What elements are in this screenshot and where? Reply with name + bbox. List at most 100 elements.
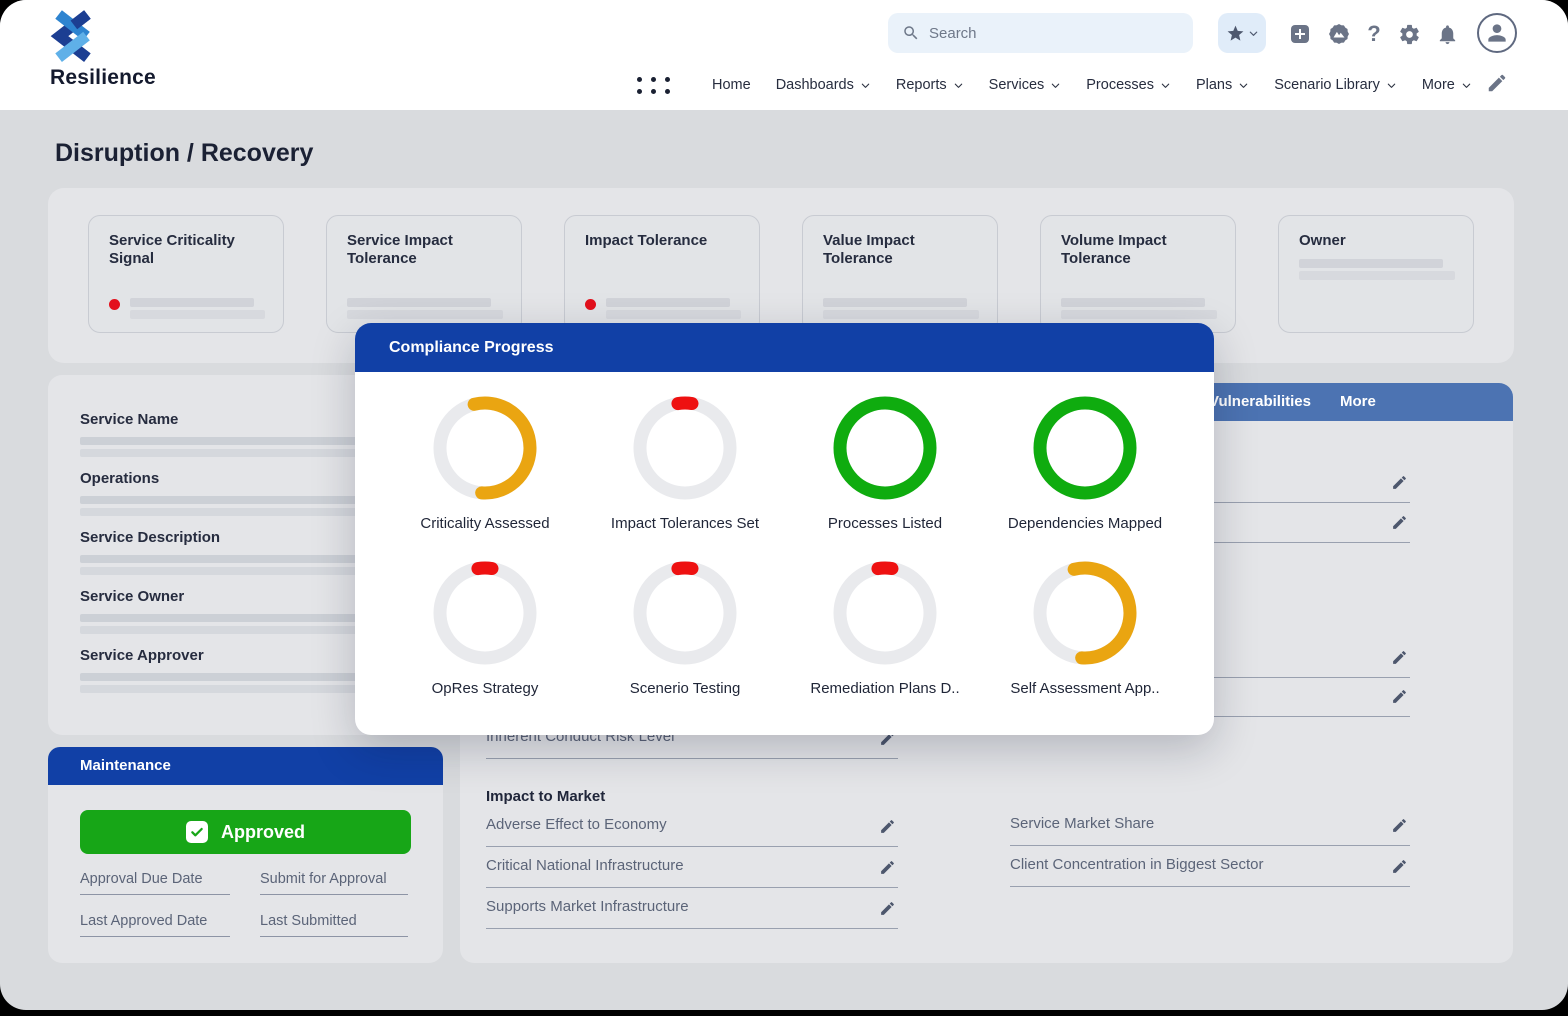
editable-field-supports-market-infrastructure[interactable]: Supports Market Infrastructure <box>486 898 898 932</box>
maintenance-field-approval-due-date[interactable]: Approval Due Date <box>80 870 230 903</box>
compliance-rings: Criticality Assessed Impact Tolerances Se… <box>385 393 1185 723</box>
summary-card-value-impact-tolerance[interactable]: Value Impact Tolerance <box>802 215 998 333</box>
help-icon[interactable]: ? <box>1361 21 1387 47</box>
edit-icon[interactable] <box>1391 688 1408 705</box>
chevron-down-icon <box>1387 83 1396 88</box>
nav-item-scenario-library[interactable]: Scenario Library <box>1274 77 1397 93</box>
tab-more[interactable]: More <box>1340 383 1376 421</box>
summary-card-title: Service Criticality Signal <box>109 232 235 268</box>
chevron-down-icon <box>1161 83 1170 88</box>
add-icon[interactable] <box>1287 21 1313 47</box>
edit-icon[interactable] <box>879 900 896 917</box>
maintenance-field-last-submitted[interactable]: Last Submitted <box>260 912 408 945</box>
ring-label: Impact Tolerances Set <box>610 515 760 532</box>
field-underline <box>486 887 898 888</box>
maintenance-field-last-approved-date[interactable]: Last Approved Date <box>80 912 230 945</box>
field-label: Supports Market Infrastructure <box>486 898 689 915</box>
edit-icon[interactable] <box>1391 474 1408 491</box>
ring-label: Processes Listed <box>827 515 943 532</box>
skeleton-bar <box>606 310 741 319</box>
nav-item-dashboards[interactable]: Dashboards <box>776 77 871 93</box>
approved-button-label: Approved <box>220 821 305 842</box>
nav-item-label: More <box>1421 77 1455 93</box>
field-label: Service Market Share <box>1010 815 1155 832</box>
brand-logo-icon[interactable] <box>46 8 100 66</box>
field-label: Last Approved Date <box>80 913 208 929</box>
skeleton-bar <box>823 298 967 307</box>
tab-vulnerabilities[interactable]: Vulnerabilities <box>1209 383 1311 421</box>
editable-field-adverse-effect-to-economy[interactable]: Adverse Effect to Economy <box>486 816 898 850</box>
compliance-modal-header: Compliance Progress <box>355 323 1214 372</box>
compliance-ring-processes-listed[interactable]: Processes Listed <box>785 393 985 558</box>
nav-item-services[interactable]: Services <box>989 77 1062 93</box>
editable-field-critical-national-infrastructure[interactable]: Critical National Infrastructure <box>486 857 898 891</box>
chevron-down-icon <box>954 83 962 88</box>
field-underline <box>80 894 230 895</box>
chevron-down-icon <box>1249 31 1257 36</box>
edit-icon[interactable] <box>1391 514 1408 531</box>
summary-card-owner[interactable]: Owner <box>1278 215 1474 333</box>
skeleton-bar <box>347 298 491 307</box>
summary-card-volume-impact-tolerance[interactable]: Volume Impact Tolerance <box>1040 215 1236 333</box>
checkbox-checked-icon <box>185 821 208 843</box>
summary-cards: Service Criticality Signal Service Impact… <box>88 215 1474 333</box>
skeleton-value <box>1061 298 1217 319</box>
summary-card-impact-tolerance[interactable]: Impact Tolerance <box>564 215 760 333</box>
status-dot <box>109 299 120 310</box>
edit-icon[interactable] <box>879 859 896 876</box>
field-underline <box>1010 886 1410 887</box>
edit-icon[interactable] <box>1486 72 1508 99</box>
apps-grid-icon[interactable] <box>637 76 670 94</box>
progress-ring <box>1033 396 1137 500</box>
compliance-ring-scenerio-testing[interactable]: Scenerio Testing <box>585 558 785 723</box>
compliance-ring-impact-tolerances-set[interactable]: Impact Tolerances Set <box>585 393 785 558</box>
notifications-icon[interactable] <box>1434 21 1460 47</box>
search-input[interactable]: Search <box>888 13 1193 53</box>
edit-icon[interactable] <box>1391 817 1408 834</box>
nav-item-label: Scenario Library <box>1274 77 1380 93</box>
compliance-ring-opres-strategy[interactable]: OpRes Strategy <box>385 558 585 723</box>
edit-icon[interactable] <box>879 818 896 835</box>
field-label: Client Concentration in Biggest Sector <box>1010 856 1264 873</box>
editable-field-service-market-share[interactable]: Service Market Share <box>1010 815 1410 849</box>
ring-label: Criticality Assessed <box>420 515 550 532</box>
progress-ring <box>433 561 537 665</box>
app-window: Resilience Search ? Home Dashboards Repo… <box>0 0 1568 1016</box>
user-avatar-icon[interactable] <box>1477 13 1517 53</box>
nav-item-processes[interactable]: Processes <box>1086 77 1171 93</box>
section-title-impact-to-market: Impact to Market <box>486 788 606 805</box>
nav-item-reports[interactable]: Reports <box>896 77 964 93</box>
page-title: Disruption / Recovery <box>55 139 314 167</box>
summary-card-title: Impact Tolerance <box>585 232 708 249</box>
nav-item-home[interactable]: Home <box>712 77 751 93</box>
nav-item-label: Plans <box>1195 77 1233 93</box>
search-icon <box>904 26 918 40</box>
settings-icon[interactable] <box>1396 21 1422 47</box>
compliance-ring-criticality-assessed[interactable]: Criticality Assessed <box>385 393 585 558</box>
favorites-dropdown[interactable] <box>1218 13 1266 53</box>
edit-icon[interactable] <box>1391 649 1408 666</box>
edit-icon[interactable] <box>1391 858 1408 875</box>
field-label: Critical National Infrastructure <box>486 857 684 874</box>
nav-item-more[interactable]: More <box>1422 77 1472 93</box>
editable-field-client-concentration-in-biggest-sector[interactable]: Client Concentration in Biggest Sector <box>1010 856 1410 890</box>
compliance-ring-remediation-plans-d[interactable]: Remediation Plans D.. <box>785 558 985 723</box>
progress-ring <box>433 396 537 500</box>
skeleton-bar <box>347 310 503 319</box>
compliance-ring-self-assessment-app[interactable]: Self Assessment App.. <box>985 558 1185 723</box>
skeleton-value <box>109 298 265 319</box>
progress-ring <box>633 561 737 665</box>
park-badge-icon[interactable] <box>1326 21 1352 47</box>
approved-button[interactable]: Approved <box>80 810 411 854</box>
ring-label: Remediation Plans D.. <box>810 680 960 697</box>
nav-item-plans[interactable]: Plans <box>1196 77 1249 93</box>
summary-card-service-criticality-signal[interactable]: Service Criticality Signal <box>88 215 284 333</box>
ring-label: Dependencies Mapped <box>1007 515 1163 532</box>
maintenance-field-submit-for-approval[interactable]: Submit for Approval <box>260 870 408 903</box>
field-label: Last Submitted <box>260 913 357 929</box>
nav-item-label: Services <box>988 77 1045 93</box>
favorites-star-icon <box>1227 25 1243 41</box>
compliance-ring-dependencies-mapped[interactable]: Dependencies Mapped <box>985 393 1185 558</box>
skeleton-bar <box>130 310 265 319</box>
summary-card-service-impact-tolerance[interactable]: Service Impact Tolerance <box>326 215 522 333</box>
